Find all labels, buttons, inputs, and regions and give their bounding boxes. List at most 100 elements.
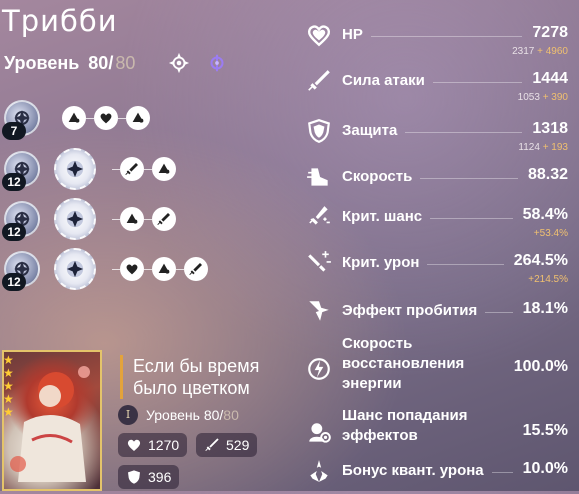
trace-connector xyxy=(112,268,120,270)
rarity-star-icon: ★ xyxy=(3,379,14,393)
stat-bonus: +214.5% xyxy=(528,274,568,285)
stat-base: 1124 xyxy=(518,142,540,153)
hp-heart-icon xyxy=(307,25,331,47)
heart-trace-node[interactable] xyxy=(94,106,118,130)
stat-value: 100.0% xyxy=(513,358,568,375)
remembrance-path-icon[interactable] xyxy=(168,52,190,74)
crit-dmg-icon xyxy=(308,251,331,272)
heart-trace-node[interactable] xyxy=(120,257,144,281)
hp-bonus-trace-node[interactable] xyxy=(152,157,176,181)
light-cone-atk: 529 xyxy=(226,437,250,453)
light-cone-hp: 1270 xyxy=(148,437,180,453)
stat-leader-line xyxy=(485,312,513,313)
stat-leader-line xyxy=(420,178,518,179)
stat-leader-line xyxy=(433,82,522,83)
spd-boot-icon xyxy=(307,168,328,186)
skill-icon[interactable]: 12 xyxy=(2,251,40,291)
character-level: Уровень 80/ 80 xyxy=(4,53,135,74)
hp-bonus-trace-node[interactable] xyxy=(120,207,144,231)
major-trace-node[interactable] xyxy=(54,148,96,190)
major-trace-node[interactable] xyxy=(54,248,96,290)
trace-connector xyxy=(144,218,152,220)
light-cone-card[interactable]: ★ ★ ★ ★ ★ xyxy=(2,350,102,491)
stat-label: HP xyxy=(342,26,363,43)
stat-breakdown: 1124 + 193 xyxy=(518,142,568,153)
stat-row: Скорость 88.32 xyxy=(306,164,568,200)
stat-base: 2317 xyxy=(512,46,535,57)
energy-regen-icon xyxy=(308,358,330,380)
stat-value: 15.5% xyxy=(522,422,568,439)
hp-bonus-icon xyxy=(158,263,170,274)
trace-row: 7 xyxy=(2,100,150,140)
skill-icon[interactable]: 7 xyxy=(2,100,40,140)
hp-bonus-icon xyxy=(158,163,170,174)
rarity-star-icon: ★ xyxy=(3,392,14,406)
light-cone-artwork xyxy=(10,366,90,482)
major-trace-icon xyxy=(66,160,84,178)
superimposition-rank: I xyxy=(118,405,138,425)
major-trace-icon xyxy=(66,260,84,278)
def-shield-icon xyxy=(308,119,330,143)
atk-trace-node[interactable] xyxy=(120,157,144,181)
stat-label: Эффект пробития xyxy=(342,302,478,319)
stat-value: 10.0% xyxy=(522,460,568,477)
trace-connector xyxy=(86,117,94,119)
trace-row: 12 xyxy=(2,148,176,191)
light-cone-title-line2: было цветком xyxy=(133,378,250,398)
stat-value: 1444 xyxy=(532,70,568,87)
crit-rate-icon xyxy=(309,206,330,225)
cone-level-max: 80 xyxy=(223,407,239,423)
stat-label: Шанс попадания эффектов xyxy=(342,406,468,446)
stat-value: 1318 xyxy=(532,120,568,137)
stat-label: Сила атаки xyxy=(342,72,425,89)
stat-label: Скорость xyxy=(342,168,413,185)
rarity-star-icon: ★ xyxy=(3,366,14,380)
atk-trace-node[interactable] xyxy=(152,207,176,231)
stat-label-line: восстановления xyxy=(342,355,465,372)
stat-label: Бонус квант. урона xyxy=(342,462,484,479)
skill-level-badge: 12 xyxy=(2,173,26,191)
shield-icon xyxy=(128,470,140,484)
stat-row: Крит. урон 264.5% +214.5% xyxy=(306,250,568,286)
skill-icon[interactable]: 12 xyxy=(2,201,40,241)
hp-bonus-trace-node[interactable] xyxy=(126,106,150,130)
stat-value: 18.1% xyxy=(522,300,568,317)
atk-sword-icon xyxy=(308,70,330,91)
heart-icon xyxy=(100,113,112,124)
skill-icon[interactable]: 12 xyxy=(2,151,40,191)
atk-icon xyxy=(125,163,138,175)
rarity-star-icon: ★ xyxy=(3,353,14,367)
hp-bonus-trace-node[interactable] xyxy=(62,106,86,130)
hp-bonus-icon xyxy=(132,112,144,123)
light-cone-title-accent xyxy=(120,355,123,399)
stat-row: Крит. шанс 58.4% +53.4% xyxy=(306,204,568,240)
atk-icon xyxy=(189,263,202,275)
trace-connector xyxy=(176,268,184,270)
trace-row: 12 xyxy=(2,198,176,241)
atk-trace-node[interactable] xyxy=(184,257,208,281)
stat-row: Шанс попадания эффектов 15.5% xyxy=(306,407,568,446)
hp-bonus-trace-node[interactable] xyxy=(152,257,176,281)
heart-icon xyxy=(126,264,138,275)
stat-label-line: Скорость xyxy=(342,335,413,352)
hp-bonus-icon xyxy=(68,112,80,123)
light-cone-def: 396 xyxy=(148,469,172,485)
skill-level-badge: 12 xyxy=(2,273,26,291)
atk-icon xyxy=(157,213,170,225)
major-trace-node[interactable] xyxy=(54,198,96,240)
stat-value: 58.4% xyxy=(522,206,568,223)
stat-leader-line xyxy=(427,264,504,265)
effect-hit-icon xyxy=(309,423,331,443)
stat-leader-line xyxy=(492,472,513,473)
stat-value: 264.5% xyxy=(513,252,568,269)
quantum-element-icon[interactable] xyxy=(206,52,228,74)
character-name: Трибби xyxy=(2,4,118,38)
major-trace-icon xyxy=(66,210,84,228)
stat-value: 88.32 xyxy=(527,166,568,183)
stat-label: Крит. шанс xyxy=(342,208,423,225)
stat-breakdown: 2317 + 4960 xyxy=(512,46,568,57)
trace-row: 12 xyxy=(2,248,208,291)
sword-icon xyxy=(205,438,219,451)
trace-connector xyxy=(118,117,126,119)
stat-base: 1053 xyxy=(517,92,540,103)
